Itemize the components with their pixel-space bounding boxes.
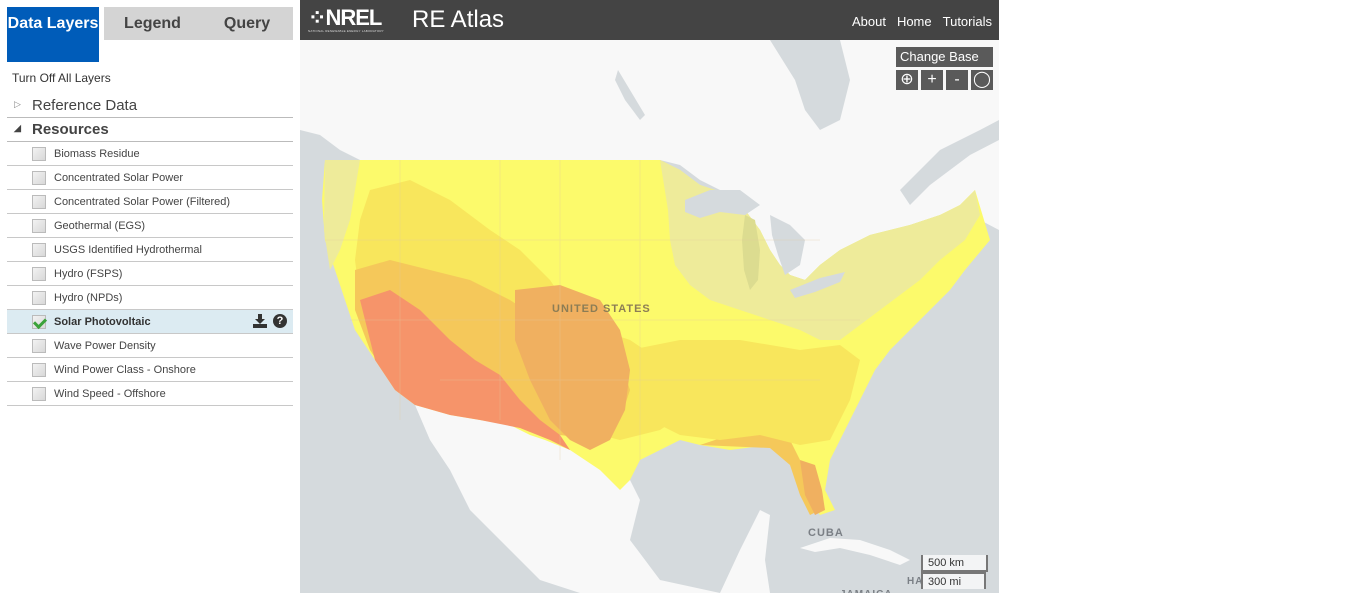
layer-label: Hydro (NPDs) (54, 292, 123, 304)
scale-km: 500 km (921, 555, 988, 572)
layer-item[interactable]: Wave Power Density (7, 334, 293, 358)
nav-about[interactable]: About (852, 14, 886, 29)
label-jamaica: JAMAICA (840, 589, 893, 593)
change-base-button[interactable]: Change Base (896, 47, 993, 67)
label-united-states: UNITED STATES (552, 303, 651, 315)
app-root: Data Layers Legend Query Turn Off All La… (0, 0, 1366, 593)
nrel-logo[interactable]: ⁘NREL NATIONAL RENEWABLE ENERGY LABORATO… (308, 5, 384, 34)
layer-label: Solar Photovoltaic (54, 316, 151, 328)
help-icon[interactable]: ? (273, 314, 287, 328)
resource-layer-list: Biomass Residue Concentrated Solar Power C… (7, 142, 293, 406)
nav-home[interactable]: Home (897, 14, 932, 29)
sidebar: Data Layers Legend Query Turn Off All La… (0, 0, 300, 593)
section-label: Resources (32, 121, 109, 138)
scale-bar: 500 km 300 mi (921, 555, 988, 589)
layer-item[interactable]: Wind Power Class - Onshore (7, 358, 293, 382)
layer-checkbox[interactable] (32, 387, 46, 401)
expand-triangle-icon: ▷ (14, 99, 21, 109)
layer-checkbox[interactable] (32, 147, 46, 161)
tab-query[interactable]: Query (201, 7, 293, 40)
scale-mi: 300 mi (921, 572, 986, 589)
layer-item[interactable]: Solar Photovoltaic? (7, 310, 293, 334)
layer-item[interactable]: Wind Speed - Offshore (7, 382, 293, 406)
layer-checkbox[interactable] (32, 363, 46, 377)
layer-label: Concentrated Solar Power (54, 172, 184, 184)
layer-checkbox[interactable] (32, 315, 46, 329)
layer-checkbox[interactable] (32, 195, 46, 209)
layer-label: Concentrated Solar Power (Filtered) (54, 196, 231, 208)
nav-tutorials[interactable]: Tutorials (943, 14, 992, 29)
layer-item[interactable]: Hydro (NPDs) (7, 286, 293, 310)
zoom-box-icon[interactable]: ⊕ (896, 70, 918, 90)
tab-legend[interactable]: Legend (104, 7, 201, 40)
collapse-triangle-icon: ◢ (14, 123, 21, 133)
logo-text: NREL (325, 5, 382, 30)
layer-checkbox[interactable] (32, 339, 46, 353)
layer-label: Geothermal (EGS) (54, 220, 146, 232)
layer-label: Hydro (FSPS) (54, 268, 123, 280)
locate-icon[interactable]: ◯ (971, 70, 993, 90)
layer-item[interactable]: Concentrated Solar Power (7, 166, 293, 190)
zoom-out-icon[interactable]: - (946, 70, 968, 90)
layer-actions: ? (253, 314, 287, 328)
layer-item[interactable]: Hydro (FSPS) (7, 262, 293, 286)
layer-item[interactable]: Concentrated Solar Power (Filtered) (7, 190, 293, 214)
section-resources[interactable]: ◢ Resources (7, 118, 293, 142)
turn-off-all-layers-link[interactable]: Turn Off All Layers (12, 71, 111, 85)
layer-label: Wind Speed - Offshore (54, 388, 166, 400)
top-nav: About Home Tutorials (852, 14, 992, 29)
logo-subtext: NATIONAL RENEWABLE ENERGY LABORATORY (308, 29, 384, 33)
layer-checkbox[interactable] (32, 243, 46, 257)
layer-checkbox[interactable] (32, 291, 46, 305)
section-reference-data[interactable]: ▷ Reference Data (7, 94, 293, 118)
layer-checkbox[interactable] (32, 219, 46, 233)
map-canvas[interactable]: UNITED STATES CUBA JAMAICA HA (300, 40, 999, 593)
map-panel: ⁘NREL NATIONAL RENEWABLE ENERGY LABORATO… (300, 0, 999, 593)
map-controls: Change Base ⊕ + - ◯ (896, 47, 993, 90)
header-bar: ⁘NREL NATIONAL RENEWABLE ENERGY LABORATO… (300, 0, 999, 40)
layer-item[interactable]: Biomass Residue (7, 142, 293, 166)
label-cuba: CUBA (808, 527, 844, 539)
zoom-in-icon[interactable]: + (921, 70, 943, 90)
layer-label: USGS Identified Hydrothermal (54, 244, 202, 256)
tab-data-layers[interactable]: Data Layers (7, 7, 99, 62)
download-icon[interactable] (253, 314, 267, 328)
layer-label: Wind Power Class - Onshore (54, 364, 196, 376)
section-label: Reference Data (32, 97, 138, 114)
layer-item[interactable]: USGS Identified Hydrothermal (7, 238, 293, 262)
layer-checkbox[interactable] (32, 171, 46, 185)
sidebar-tabs: Data Layers Legend Query (7, 7, 293, 62)
layer-label: Wave Power Density (54, 340, 156, 352)
layer-item[interactable]: Geothermal (EGS) (7, 214, 293, 238)
layer-checkbox[interactable] (32, 267, 46, 281)
nrel-logo-mark-icon: ⁘ (308, 5, 326, 30)
layer-label: Biomass Residue (54, 148, 140, 160)
app-title: RE Atlas (412, 6, 505, 33)
